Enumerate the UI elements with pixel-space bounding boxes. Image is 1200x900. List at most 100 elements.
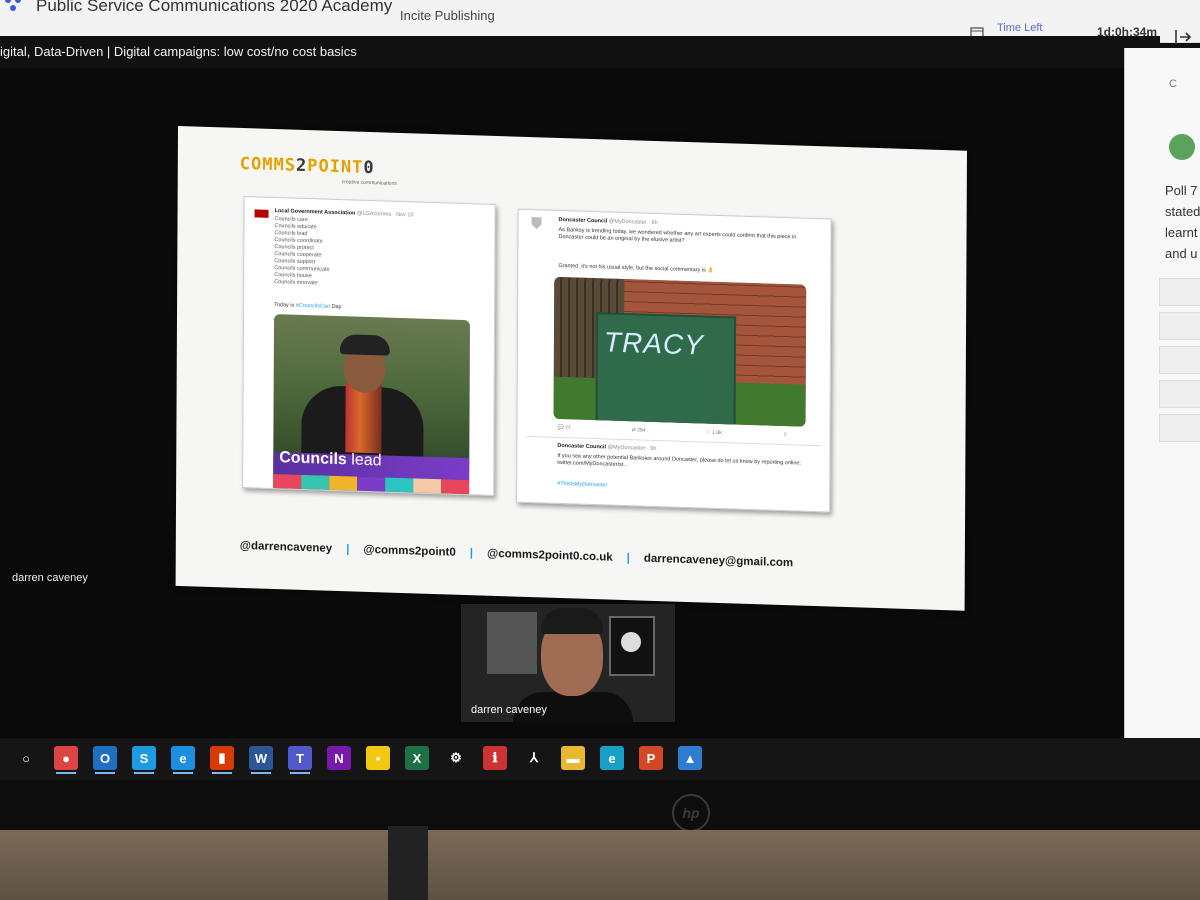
- edge-icon[interactable]: e: [600, 746, 624, 770]
- photo-banner-text: Councils lead: [279, 449, 381, 470]
- webcam-name-label: darren caveney: [471, 704, 547, 716]
- lga-logo: [254, 209, 269, 218]
- tweet-doncaster: Doncaster Council @MyDoncaster · 6h As B…: [516, 208, 832, 513]
- acrobat-icon[interactable]: ⅄: [522, 746, 546, 770]
- word-icon[interactable]: W: [249, 746, 273, 774]
- strip-block: [441, 479, 470, 496]
- presenter-name: darren caveney: [12, 572, 88, 584]
- logo-part-2: 2: [295, 155, 308, 177]
- poll-line: Poll 7: [1165, 183, 1198, 198]
- logo-part-comms: COMMS: [239, 153, 297, 176]
- strip-block: [413, 478, 442, 496]
- contact-handle: darrencaveney@gmail.com: [643, 552, 794, 570]
- contact-separator: |: [346, 543, 350, 556]
- today-prefix: Today is: [274, 302, 296, 309]
- logo-part-0: 0: [363, 157, 375, 179]
- outlook-icon[interactable]: O: [93, 746, 117, 774]
- contact-separator: |: [626, 552, 630, 565]
- powerpoint-icon[interactable]: P: [639, 746, 663, 770]
- tweet-reply-author: Doncaster Council: [557, 442, 606, 451]
- poll-option[interactable]: [1159, 278, 1200, 306]
- file-explorer-icon[interactable]: ▬: [561, 746, 585, 770]
- cortana-icon[interactable]: ○: [14, 746, 38, 770]
- photo-hat: [339, 334, 390, 356]
- tweet-author: Doncaster Council: [558, 216, 608, 225]
- chrome-icon[interactable]: ●: [54, 746, 78, 774]
- logo-tagline: creative communications: [341, 179, 397, 187]
- poll-option[interactable]: [1159, 312, 1200, 340]
- skype-icon[interactable]: S: [132, 746, 156, 774]
- breadcrumb: igital, Data-Driven | Digital campaigns:…: [0, 44, 357, 59]
- tweet-lga: Local Government Association @LGAcomms ·…: [242, 196, 496, 496]
- sidebar-c: C: [1169, 78, 1177, 90]
- excel-icon[interactable]: X: [405, 746, 429, 770]
- app-logo-icon: [5, 0, 21, 11]
- poll-question: Poll 7 stated learnt and u: [1165, 180, 1200, 264]
- ie-icon[interactable]: e: [171, 746, 195, 774]
- contact-handle: @comms2point0.co.uk: [486, 547, 613, 564]
- tweet-line: Councils innovate: [274, 279, 318, 287]
- running-indicator: [134, 772, 154, 774]
- strip-block: [357, 476, 386, 496]
- strip-block: [273, 473, 302, 493]
- computer-screen: Public Service Communications 2020 Acade…: [0, 0, 1200, 830]
- logo-part-point: POINT: [307, 156, 364, 178]
- tweet-reply-text: If you see any other potential Banksies …: [557, 452, 802, 469]
- retweet-icon[interactable]: ⇄ 294: [631, 427, 645, 433]
- photo-scarf: [345, 382, 382, 454]
- reply-icon[interactable]: 💬 77: [557, 425, 570, 431]
- photo-graffiti: TRACY: [603, 326, 704, 361]
- running-indicator: [212, 772, 232, 774]
- today-suffix: Day: [330, 303, 342, 311]
- poll-line: stated: [1165, 204, 1200, 219]
- strip-block: [385, 477, 414, 496]
- avatar: [1169, 134, 1195, 160]
- photos-icon[interactable]: ▲: [678, 746, 702, 770]
- windows-taskbar: ○ ● O Se ▮ W T N ▪ X ⚙ ℹ ⅄ ▬ e P ▲: [0, 738, 1200, 780]
- monitor-stand: [388, 826, 428, 900]
- contact-separator: |: [469, 547, 474, 560]
- publisher-name: Incite Publishing: [400, 8, 495, 23]
- tweet-handle: @LGAcomms · Nov 10: [356, 210, 414, 219]
- exit-icon[interactable]: [1174, 28, 1192, 46]
- cam-poster-emblem: [621, 632, 641, 652]
- poll-line: learnt: [1165, 225, 1198, 240]
- tweet-author: Local Government Association: [274, 208, 356, 217]
- monitor-bezel: [0, 780, 1200, 830]
- hp-logo: hp: [672, 794, 710, 832]
- tweet-text-2: Granted, it's not his usual style, but t…: [558, 262, 715, 274]
- tweet-lines: Councils care Councils educate Councils le…: [274, 216, 330, 288]
- tweet-hashtag: #CouncilsCan: [295, 302, 331, 310]
- comms2point0-logo: COMMS2POINT0: [240, 154, 375, 178]
- right-sidebar: C Poll 7 stated learnt and u: [1124, 48, 1200, 754]
- poll-option[interactable]: [1159, 414, 1200, 442]
- poll-option[interactable]: [1159, 346, 1200, 374]
- strip-block: [301, 474, 330, 494]
- contact-handle: @comms2point0: [363, 543, 456, 559]
- running-indicator: [56, 772, 76, 774]
- running-indicator: [173, 772, 193, 774]
- tweet-photo: TRACY: [553, 276, 807, 427]
- office-icon[interactable]: ▮: [210, 746, 234, 774]
- app-title: Public Service Communications 2020 Acade…: [36, 0, 393, 15]
- teams-icon[interactable]: T: [288, 746, 312, 774]
- contact-handle: @darrencaveney: [239, 539, 333, 555]
- tweet-today-line: Today is #CouncilsCan Day: [274, 302, 341, 310]
- tweet-reply-hashtag: #ThisIsMyDoncaster: [557, 480, 608, 489]
- share-icon[interactable]: ⇪: [783, 432, 787, 438]
- app-icon[interactable]: ℹ: [483, 746, 507, 770]
- time-left-label: Time Left: [997, 22, 1043, 34]
- running-indicator: [290, 772, 310, 774]
- settings-icon[interactable]: ⚙: [444, 746, 468, 770]
- breadcrumb-bar: igital, Data-Driven | Digital campaigns:…: [0, 36, 1160, 70]
- running-indicator: [95, 772, 115, 774]
- tweet-actions: 💬 77 ⇄ 294 ♡ 1.8K ⇪: [557, 425, 787, 438]
- onenote-icon[interactable]: N: [327, 746, 351, 770]
- banner-bold: Councils: [279, 449, 347, 469]
- like-icon[interactable]: ♡ 1.8K: [706, 430, 722, 437]
- sticky-notes-icon[interactable]: ▪: [366, 746, 390, 770]
- tweet-text: As Banksy is trending today, we wondered…: [558, 226, 797, 244]
- poll-option[interactable]: [1159, 380, 1200, 408]
- tweet-reply-header: Doncaster Council @MyDoncaster · 6h: [557, 443, 656, 452]
- cam-person-hair: [541, 608, 603, 634]
